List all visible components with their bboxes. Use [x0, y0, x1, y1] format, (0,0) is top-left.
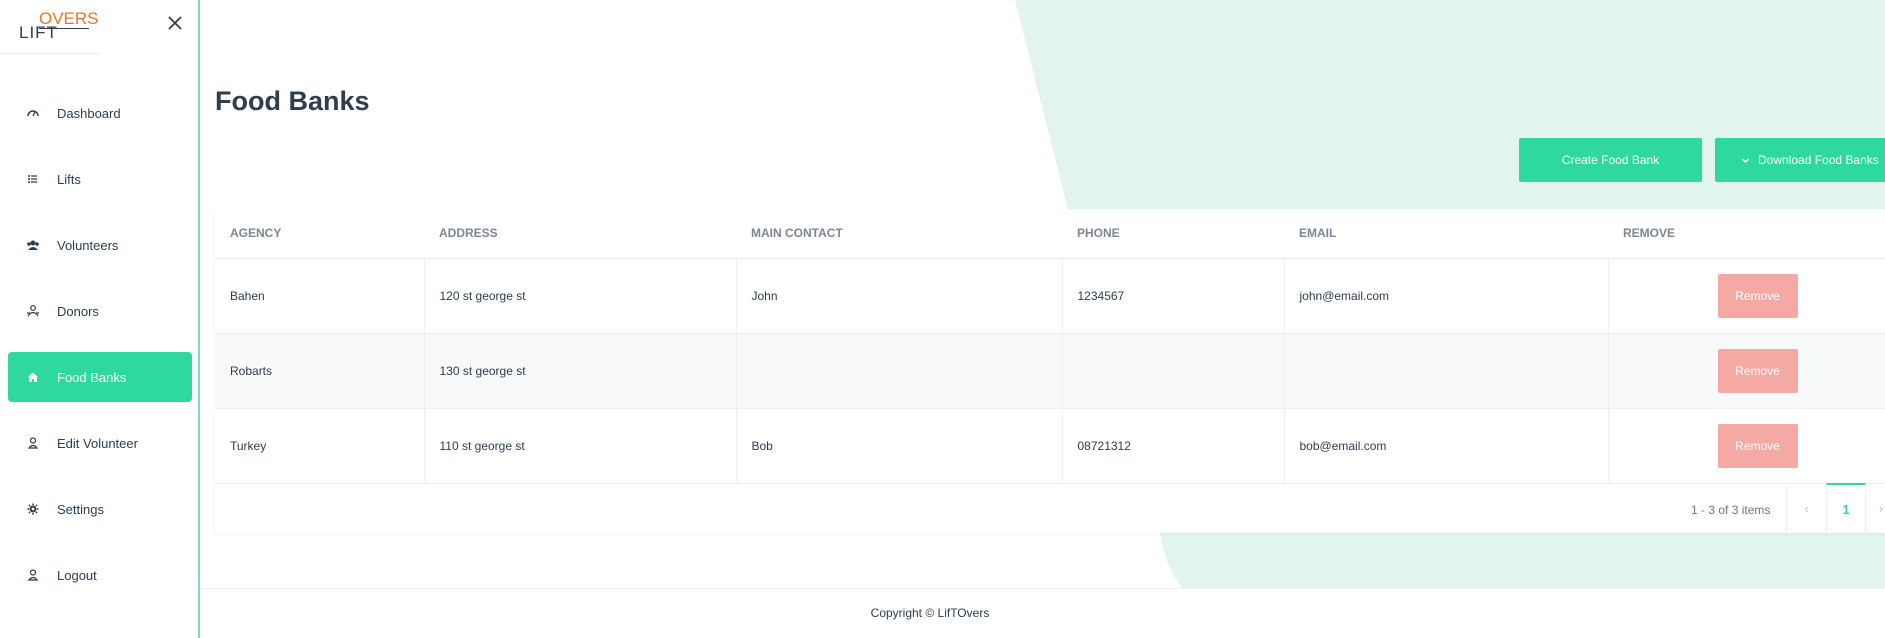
sidebar-item-label: Logout	[57, 567, 97, 583]
pagination-page-1[interactable]: 1	[1826, 483, 1866, 533]
sidebar-item-edit-volunteer[interactable]: Edit Volunteer	[8, 418, 192, 468]
column-header-agency[interactable]: AGENCY	[215, 209, 424, 259]
dashboard-icon	[26, 106, 40, 120]
pagination-info: 1 - 3 of 3 items	[1691, 503, 1771, 517]
pagination-prev-button[interactable]: ‹	[1786, 483, 1826, 533]
column-header-address[interactable]: ADDRESS	[424, 209, 736, 259]
table-row: Robarts 130 st george st Remove	[215, 333, 1885, 409]
sidebar-item-label: Settings	[57, 501, 104, 517]
column-header-email[interactable]: EMAIL	[1284, 209, 1608, 259]
cell-phone: 1234567	[1062, 258, 1285, 334]
user-icon	[26, 436, 40, 450]
cell-main-contact: Bob	[736, 408, 1063, 484]
logo-underline	[39, 28, 89, 29]
cell-remove: Remove	[1608, 258, 1885, 334]
cell-email: john@email.com	[1284, 258, 1609, 334]
cell-email: bob@email.com	[1284, 408, 1609, 484]
table-header-row: AGENCY ADDRESS MAIN CONTACT PHONE EMAIL …	[215, 209, 1885, 259]
column-header-remove: REMOVE	[1608, 209, 1885, 259]
gear-icon	[26, 502, 40, 516]
footer-divider	[200, 588, 1885, 589]
column-header-main-contact[interactable]: MAIN CONTACT	[736, 209, 1062, 259]
cell-remove: Remove	[1608, 333, 1885, 409]
close-icon	[168, 16, 182, 30]
download-food-banks-button[interactable]: Download Food Banks	[1715, 138, 1885, 182]
sidebar-item-label: Donors	[57, 303, 99, 319]
logo-area: LIFT OVERS	[0, 0, 100, 54]
sidebar-item-lifts[interactable]: Lifts	[8, 154, 192, 204]
sidebar-item-label: Volunteers	[57, 237, 119, 253]
cell-address: 110 st george st	[424, 408, 737, 484]
sidebar-item-volunteers[interactable]: Volunteers	[8, 220, 192, 270]
remove-button[interactable]: Remove	[1717, 273, 1798, 318]
list-icon	[26, 172, 40, 186]
pagination: 1 - 3 of 3 items ‹ 1 ›	[215, 483, 1885, 533]
sidebar-item-dashboard[interactable]: Dashboard	[8, 88, 192, 138]
sidebar: LIFT OVERS Dashboard Lifts Volunteers Do…	[0, 0, 200, 638]
users-icon	[26, 304, 40, 318]
page-title: Food Banks	[215, 86, 370, 116]
column-header-phone[interactable]: PHONE	[1062, 209, 1284, 259]
team-icon	[26, 238, 40, 252]
user-icon	[26, 568, 40, 582]
main-content: Food Banks Create Food Bank Download Foo…	[200, 0, 1885, 638]
cell-main-contact	[736, 333, 1063, 409]
table-row: Turkey 110 st george st Bob 08721312 bob…	[215, 408, 1885, 484]
table-row: Bahen 120 st george st John 1234567 john…	[215, 258, 1885, 334]
cell-email	[1284, 333, 1609, 409]
sidebar-nav: Dashboard Lifts Volunteers Donors Food B…	[8, 88, 192, 616]
sidebar-item-settings[interactable]: Settings	[8, 484, 192, 534]
cell-phone: 08721312	[1062, 408, 1285, 484]
close-sidebar-button[interactable]	[166, 14, 184, 32]
download-label: Download Food Banks	[1758, 153, 1879, 167]
sidebar-item-label: Dashboard	[57, 105, 121, 121]
chevron-down-icon	[1741, 156, 1750, 165]
sidebar-item-food-banks[interactable]: Food Banks	[8, 352, 192, 402]
cell-phone	[1062, 333, 1285, 409]
footer-copyright: Copyright © LifTOvers	[870, 606, 990, 620]
food-banks-table: AGENCY ADDRESS MAIN CONTACT PHONE EMAIL …	[215, 209, 1885, 484]
create-food-bank-button[interactable]: Create Food Bank	[1519, 138, 1702, 182]
cell-agency: Robarts	[215, 333, 425, 409]
cell-address: 130 st george st	[424, 333, 737, 409]
cell-remove: Remove	[1608, 408, 1885, 484]
food-banks-table-card: AGENCY ADDRESS MAIN CONTACT PHONE EMAIL …	[215, 209, 1885, 533]
cell-main-contact: John	[736, 258, 1063, 334]
remove-button[interactable]: Remove	[1717, 348, 1798, 393]
remove-button[interactable]: Remove	[1717, 423, 1798, 468]
sidebar-item-label: Food Banks	[57, 369, 127, 385]
sidebar-item-donors[interactable]: Donors	[8, 286, 192, 336]
logo[interactable]: LIFT OVERS	[19, 9, 99, 43]
home-icon	[26, 370, 40, 384]
cell-agency: Turkey	[215, 408, 425, 484]
logo-text-overs: OVERS	[39, 9, 99, 28]
pagination-next-button[interactable]: ›	[1866, 483, 1885, 533]
sidebar-item-label: Lifts	[57, 171, 81, 187]
cell-address: 120 st george st	[424, 258, 737, 334]
cell-agency: Bahen	[215, 258, 425, 334]
sidebar-item-label: Edit Volunteer	[57, 435, 138, 451]
sidebar-item-logout[interactable]: Logout	[8, 550, 192, 600]
